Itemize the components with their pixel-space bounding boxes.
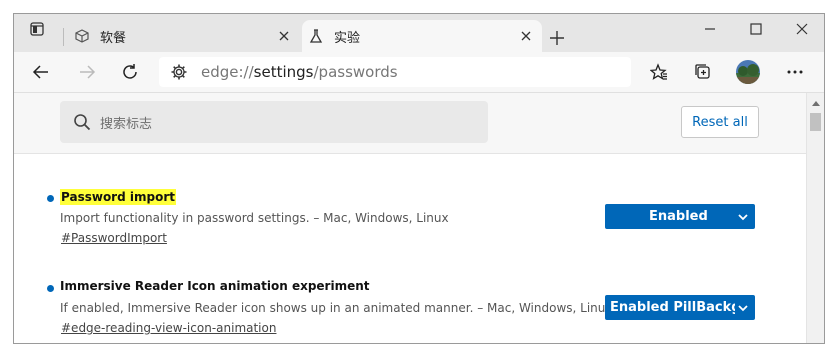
minimize-icon[interactable] <box>688 14 732 44</box>
gear-icon[interactable] <box>169 62 189 82</box>
experiment-name: Immersive Reader Icon animation experime… <box>60 279 370 293</box>
refresh-icon[interactable] <box>115 57 145 87</box>
url-path: /passwords <box>313 63 398 81</box>
search-placeholder: 搜索标志 <box>100 116 153 132</box>
experiment-select[interactable]: Enabled <box>605 204 755 229</box>
close-tab-icon[interactable] <box>274 26 294 46</box>
status-dot <box>47 195 54 202</box>
url-scheme: edge:// <box>201 63 254 81</box>
beaker-icon <box>308 28 324 44</box>
tab-inactive[interactable]: 软餐 <box>68 20 300 52</box>
experiment-name: Password import <box>60 189 176 205</box>
tab-title: 软餐 <box>100 30 127 46</box>
experiment-select[interactable]: Enabled PillBackgrou <box>605 295 755 320</box>
experiment-link[interactable]: #PasswordImport <box>61 231 167 245</box>
close-window-icon[interactable] <box>780 14 824 44</box>
address-url: edge://settings/passwords <box>201 63 398 81</box>
experiment-description: If enabled, Immersive Reader icon shows … <box>60 301 613 315</box>
avatar[interactable] <box>733 57 763 87</box>
scroll-up-icon[interactable] <box>810 98 822 108</box>
tab-separator <box>63 28 64 46</box>
experiment-select-value: Enabled PillBackgrou <box>610 300 735 315</box>
address-bar[interactable]: edge://settings/passwords <box>159 57 631 87</box>
tab-strip: 软餐 实验 <box>14 14 824 52</box>
tab-active[interactable]: 实验 <box>302 20 542 52</box>
box-icon <box>74 28 90 44</box>
more-menu-icon[interactable] <box>780 57 810 87</box>
status-dot <box>47 285 54 292</box>
experiment-select-value: Enabled <box>649 209 708 224</box>
scrollbar[interactable] <box>806 93 824 343</box>
search-icon <box>72 112 92 132</box>
tab-title: 实验 <box>334 30 361 46</box>
chevron-down-icon <box>735 209 751 225</box>
new-tab-icon[interactable] <box>546 27 568 49</box>
maximize-icon[interactable] <box>734 14 778 44</box>
browser-toolbar: edge://settings/passwords <box>14 52 824 93</box>
experiment-description: Import functionality in password setting… <box>60 211 449 225</box>
favorites-icon[interactable] <box>644 57 674 87</box>
flags-header: 搜索标志 Reset all <box>14 93 806 154</box>
close-tab-icon[interactable] <box>516 26 536 46</box>
flags-page: 搜索标志 Reset all Password import Import fu… <box>14 93 806 343</box>
forward-icon[interactable] <box>72 57 102 87</box>
search-input[interactable]: 搜索标志 <box>60 101 488 143</box>
tab-actions-icon[interactable] <box>26 16 48 42</box>
collections-icon[interactable] <box>688 57 718 87</box>
chevron-down-icon <box>735 300 751 316</box>
back-icon[interactable] <box>26 57 56 87</box>
reset-all-button[interactable]: Reset all <box>681 106 759 138</box>
browser-window: 软餐 实验 edge://settings/passwords 搜索标志 Res… <box>13 13 825 344</box>
url-host: settings <box>253 63 314 81</box>
experiment-link[interactable]: #edge-reading-view-icon-animation <box>61 321 276 335</box>
scrollbar-thumb[interactable] <box>810 113 821 131</box>
